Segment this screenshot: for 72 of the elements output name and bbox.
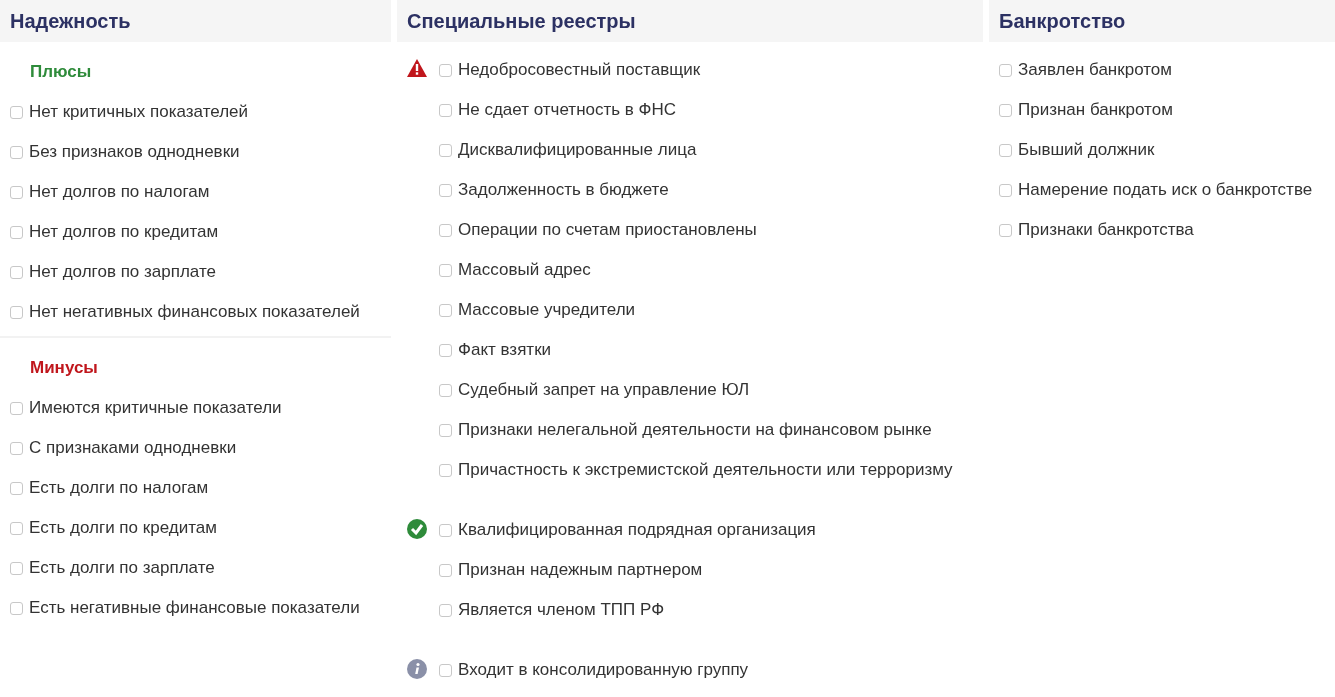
checkbox[interactable] <box>10 481 23 495</box>
checkbox[interactable] <box>10 561 23 575</box>
option-label: Причастность к экстремистской деятельности или терроризму <box>458 460 953 480</box>
info-icon <box>407 659 427 679</box>
checkbox[interactable] <box>10 305 23 319</box>
option-label: Есть долги по зарплате <box>29 558 215 578</box>
option-label: Нет критичных показателей <box>29 102 248 122</box>
checkbox[interactable] <box>999 63 1012 77</box>
option-label: Нет долгов по налогам <box>29 182 210 202</box>
checkbox[interactable] <box>999 223 1012 237</box>
option-label: Судебный запрет на управление ЮЛ <box>458 380 750 400</box>
checkbox[interactable] <box>439 423 452 437</box>
checkbox[interactable] <box>10 401 23 415</box>
option-label: Факт взятки <box>458 340 552 360</box>
checkbox[interactable] <box>999 183 1012 197</box>
option-label: Признаки нелегальной деятельности на финансовом рынке <box>458 420 932 440</box>
checkbox[interactable] <box>439 103 452 117</box>
option-label: Намерение подать иск о банкротстве <box>1018 180 1313 200</box>
option-label: Недобросовестный поставщик <box>458 60 701 80</box>
option-label: Операции по счетам приостановлены <box>458 220 757 240</box>
option-label: Входит в консолидированную группу <box>458 660 749 680</box>
option-label: Есть долги по налогам <box>29 478 209 498</box>
option-label: Не сдает отчетность в ФНС <box>458 100 677 120</box>
checkbox[interactable] <box>10 601 23 615</box>
option-label: Признан надежным партнером <box>458 560 703 580</box>
checkbox[interactable] <box>10 225 23 239</box>
option-label: С признаками однодневки <box>29 438 237 458</box>
option-label: Задолженность в бюджете <box>458 180 669 200</box>
warning-icon <box>407 59 427 77</box>
checkbox[interactable] <box>10 105 23 119</box>
checkbox[interactable] <box>439 303 452 317</box>
option-label: Нет негативных финансовых показателей <box>29 302 360 322</box>
checkbox[interactable] <box>10 265 23 279</box>
checkbox[interactable] <box>439 143 452 157</box>
checkbox[interactable] <box>439 523 452 537</box>
option-label: Является членом ТПП РФ <box>458 600 665 620</box>
option-label: Нет долгов по кредитам <box>29 222 219 242</box>
checkbox[interactable] <box>439 603 452 617</box>
option-label: Массовые учредители <box>458 300 636 320</box>
checkbox[interactable] <box>999 143 1012 157</box>
checkbox[interactable] <box>10 145 23 159</box>
option-label: Нет долгов по зарплате <box>29 262 216 282</box>
option-label: Признан банкротом <box>1018 100 1173 120</box>
checkbox[interactable] <box>439 383 452 397</box>
checkbox[interactable] <box>439 263 452 277</box>
checkbox[interactable] <box>439 663 452 677</box>
checkbox[interactable] <box>10 521 23 535</box>
section-title: Минусы <box>29 357 99 379</box>
checkbox[interactable] <box>439 563 452 577</box>
checkbox[interactable] <box>999 103 1012 117</box>
column-title: Банкротство <box>999 9 1126 33</box>
option-label: Массовый адрес <box>458 260 591 280</box>
checkbox[interactable] <box>10 185 23 199</box>
checkbox[interactable] <box>439 63 452 77</box>
option-label: Без признаков однодневки <box>29 142 240 162</box>
checkbox[interactable] <box>439 463 452 477</box>
section-title: Плюсы <box>29 61 93 83</box>
column-title: Надежность <box>10 9 131 33</box>
checkbox[interactable] <box>439 343 452 357</box>
option-label: Есть долги по кредитам <box>29 518 217 538</box>
checkbox[interactable] <box>439 223 452 237</box>
option-label: Признаки банкротства <box>1018 220 1194 240</box>
option-label: Есть негативные финансовые показатели <box>29 598 360 618</box>
option-label: Заявлен банкротом <box>1018 60 1172 80</box>
option-label: Квалифицированная подрядная организация <box>458 520 816 540</box>
check-circle-icon <box>407 519 427 539</box>
option-label: Дисквалифицированные лица <box>458 140 697 160</box>
option-label: Имеются критичные показатели <box>29 398 282 418</box>
option-label: Бывший должник <box>1018 140 1155 160</box>
checkbox[interactable] <box>10 441 23 455</box>
checkbox[interactable] <box>439 183 452 197</box>
column-title: Специальные реестры <box>407 9 636 33</box>
